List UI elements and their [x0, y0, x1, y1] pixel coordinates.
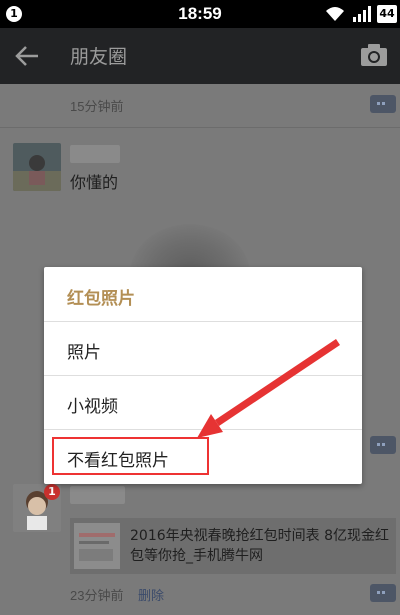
annotation-arrow-icon	[197, 339, 340, 438]
